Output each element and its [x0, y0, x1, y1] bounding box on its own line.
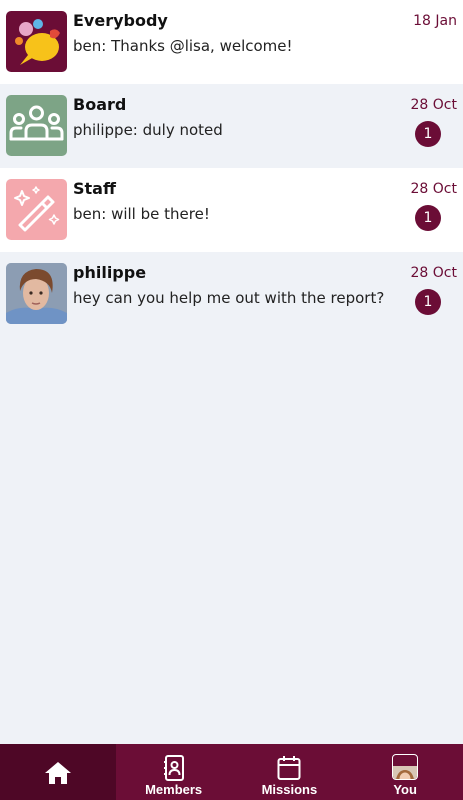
tab-members-label: Members	[145, 782, 203, 797]
bottom-tab-bar: Members Missions You	[0, 744, 463, 800]
conversation-date: 28 Oct	[410, 97, 457, 113]
tab-you-label: You	[393, 782, 417, 797]
user-avatar	[392, 754, 419, 780]
contacts-book-icon	[163, 755, 184, 781]
conversation-item-staff[interactable]: Staff ben: will be there! 28 Oct 1	[0, 168, 463, 252]
conversation-name: Staff	[73, 179, 116, 198]
unread-badge: 1	[415, 289, 441, 315]
tab-missions-label: Missions	[261, 782, 318, 797]
unread-badge: 1	[415, 205, 441, 231]
conversation-name: Board	[73, 95, 127, 114]
message-preview: hey can you help me out with the report?	[73, 289, 385, 307]
conversation-list: Everybody ben: Thanks @lisa, welcome! 18…	[0, 0, 463, 336]
message-preview: philippe: duly noted	[73, 121, 223, 139]
message-preview: ben: will be there!	[73, 205, 210, 223]
conversation-date: 28 Oct	[410, 181, 457, 197]
tab-home[interactable]	[0, 744, 116, 800]
tab-members[interactable]: Members	[116, 744, 232, 800]
conversation-item-board[interactable]: Board philippe: duly noted 28 Oct 1	[0, 84, 463, 168]
conversation-date: 28 Oct	[410, 265, 457, 281]
conversation-name: Everybody	[73, 11, 168, 30]
magic-wand-icon	[6, 179, 67, 240]
unread-badge: 1	[415, 121, 441, 147]
home-icon	[44, 762, 71, 784]
group-people-icon	[6, 95, 67, 156]
conversation-date: 18 Jan	[413, 13, 457, 29]
user-avatar	[6, 263, 67, 324]
tab-missions[interactable]: Missions	[232, 744, 348, 800]
conversation-item-philippe[interactable]: philippe hey can you help me out with th…	[0, 252, 463, 336]
tab-you[interactable]: You	[347, 744, 463, 800]
calendar-icon	[277, 756, 301, 780]
conversation-name: philippe	[73, 263, 147, 282]
speech-bubbles-icon	[6, 11, 67, 72]
message-preview: ben: Thanks @lisa, welcome!	[73, 37, 293, 55]
conversation-item-everybody[interactable]: Everybody ben: Thanks @lisa, welcome! 18…	[0, 0, 463, 84]
